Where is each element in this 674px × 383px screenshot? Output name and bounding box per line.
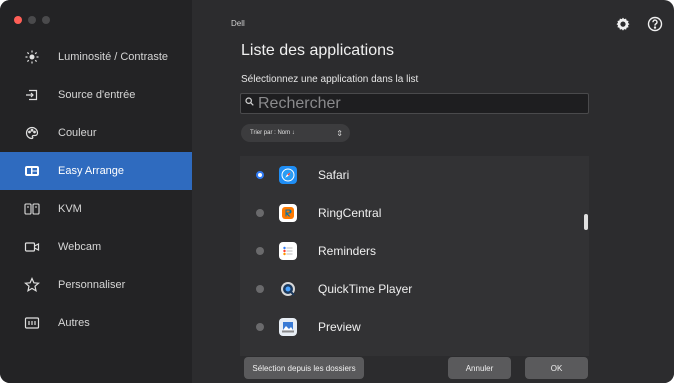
sort-label: Trier par : Nom ↓ <box>250 130 295 136</box>
list-item[interactable]: RingCentral <box>240 194 589 232</box>
sidebar-item-brightness[interactable]: Luminosité / Contraste <box>0 38 192 76</box>
search-box <box>240 93 589 114</box>
main-panel: Dell Liste des applications Sélectionnez… <box>192 0 674 383</box>
brightness-icon <box>22 47 42 67</box>
brand-label: Dell <box>231 19 245 28</box>
sidebar-item-kvm[interactable]: KVM <box>0 190 192 228</box>
sidebar-item-label: Easy Arrange <box>58 165 125 177</box>
radio-unselected[interactable] <box>256 285 264 293</box>
app-name: QuickTime Player <box>318 282 413 296</box>
app-name: Preview <box>318 320 361 334</box>
radio-unselected[interactable] <box>256 247 264 255</box>
sidebar-item-label: Webcam <box>58 241 102 253</box>
list-item[interactable]: QuickTime Player <box>240 270 589 308</box>
sidebar-item-others[interactable]: Autres <box>0 304 192 342</box>
list-item[interactable]: Preview <box>240 308 589 346</box>
settings-gear-icon[interactable] <box>614 15 632 33</box>
sidebar-item-label: Source d'entrée <box>58 89 136 101</box>
quicktime-icon <box>279 280 297 298</box>
color-palette-icon <box>22 123 42 143</box>
radio-unselected[interactable] <box>256 323 264 331</box>
sidebar-item-label: Personnaliser <box>58 279 126 291</box>
app-name: Reminders <box>318 244 377 258</box>
help-icon[interactable] <box>646 15 664 33</box>
minimize-window-button[interactable] <box>28 16 36 24</box>
ok-button[interactable]: OK <box>525 357 588 379</box>
sidebar-item-label: Autres <box>58 317 90 329</box>
app-name: Safari <box>318 168 350 182</box>
search-input[interactable] <box>258 94 578 113</box>
search-icon <box>245 96 255 111</box>
sidebar-item-color[interactable]: Couleur <box>0 114 192 152</box>
ringcentral-icon <box>279 204 297 222</box>
sidebar-item-label: KVM <box>58 203 82 215</box>
sidebar-item-webcam[interactable]: Webcam <box>0 228 192 266</box>
list-item-partial[interactable] <box>240 346 589 356</box>
preview-icon <box>279 318 297 336</box>
reminders-icon <box>279 242 297 260</box>
cancel-button[interactable]: Annuler <box>448 357 511 379</box>
top-toolbar <box>614 15 664 33</box>
webcam-icon <box>22 237 42 257</box>
input-source-icon <box>22 85 42 105</box>
page-title: Liste des applications <box>241 42 394 59</box>
maximize-window-button[interactable] <box>42 16 50 24</box>
app-name: RingCentral <box>318 206 382 220</box>
kvm-icon <box>22 199 42 219</box>
sidebar-item-label: Couleur <box>58 127 97 139</box>
sidebar-nav: Luminosité / Contraste Source d'entrée C… <box>0 38 192 342</box>
list-item[interactable]: Reminders <box>240 232 589 270</box>
close-window-button[interactable] <box>14 16 22 24</box>
sidebar-item-personalize[interactable]: Personnaliser <box>0 266 192 304</box>
list-item[interactable]: Safari <box>240 156 589 194</box>
star-icon <box>22 275 42 295</box>
list-scrollbar[interactable] <box>584 214 588 230</box>
others-icon <box>22 313 42 333</box>
sidebar-item-easy-arrange[interactable]: Easy Arrange <box>0 152 192 190</box>
sidebar-item-input-source[interactable]: Source d'entrée <box>0 76 192 114</box>
application-list: Safari RingCentral Reminders QuickTime P… <box>240 156 589 356</box>
radio-selected[interactable] <box>256 171 264 179</box>
sort-dropdown[interactable]: Trier par : Nom ↓ ⇕ <box>241 124 350 142</box>
select-from-folders-button[interactable]: Sélection depuis les dossiers <box>244 357 364 379</box>
safari-icon <box>279 166 297 184</box>
app-window: Luminosité / Contraste Source d'entrée C… <box>0 0 674 383</box>
sidebar-item-label: Luminosité / Contraste <box>58 51 169 63</box>
page-subtitle: Sélectionnez une application dans la lis… <box>241 74 419 85</box>
radio-unselected[interactable] <box>256 209 264 217</box>
sidebar: Luminosité / Contraste Source d'entrée C… <box>0 0 192 383</box>
window-controls <box>14 16 50 24</box>
chevron-updown-icon: ⇕ <box>336 128 343 138</box>
easy-arrange-icon <box>22 161 42 181</box>
